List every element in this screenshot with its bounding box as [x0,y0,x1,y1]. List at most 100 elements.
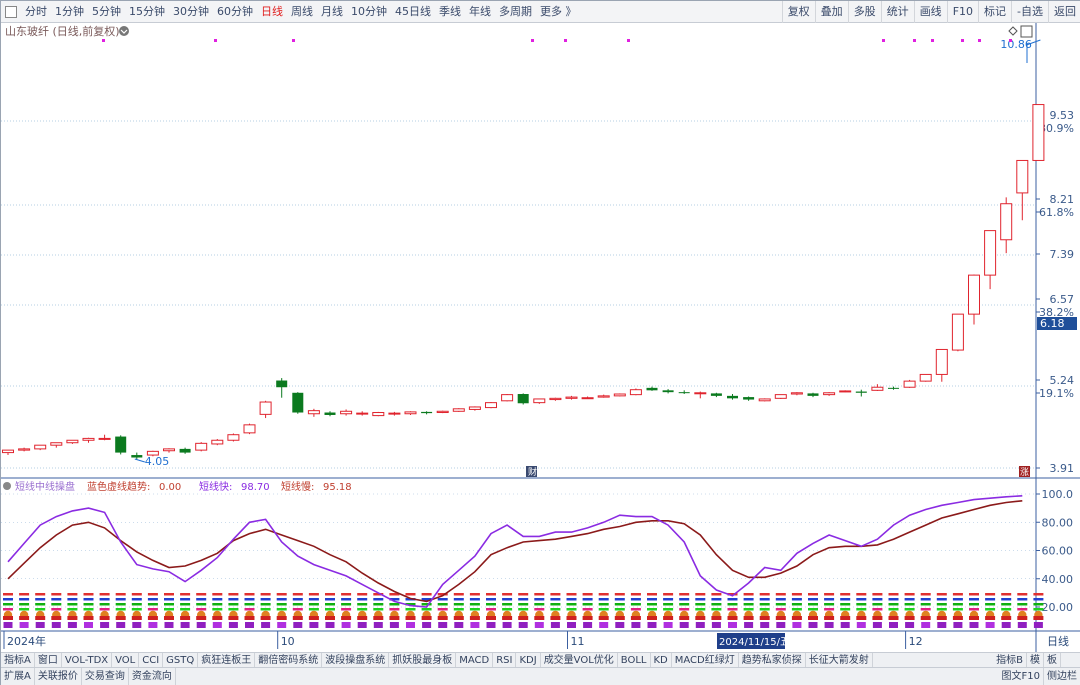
signal-block [84,622,93,628]
extension-tab[interactable]: 图文F10 [999,668,1044,685]
candle-body-up [388,412,401,415]
toolbar-action-button[interactable]: 叠加 [814,1,848,23]
signal-dash [582,598,593,601]
candle-body-down [855,391,867,393]
signal-dash [985,593,996,596]
signal-dash [856,608,867,611]
period-tab[interactable]: 10分钟 [347,1,391,23]
extension-tab[interactable]: 资金流向 [129,667,176,685]
signal-dash [566,603,577,606]
signal-dash [83,608,94,611]
indicator-tab[interactable]: CCI [139,652,164,668]
candle-body-down [646,387,658,391]
toolbar-action-button[interactable]: F10 [946,1,978,23]
signal-dash [1017,608,1028,611]
extension-tab[interactable]: 侧边栏 [1044,668,1080,685]
indicator-tab[interactable]: 翻倍密码系统 [255,652,323,668]
signal-block [148,622,158,628]
indicator-tab[interactable]: VOL [112,652,140,668]
indicator-tab[interactable]: 指标B [993,653,1027,668]
signal-dash [775,598,786,601]
signal-badge-base [405,616,416,620]
indicator-tab[interactable]: MACD [456,652,494,668]
signal-dash [904,598,915,601]
signal-dash [743,608,754,611]
extension-tab[interactable]: 扩展A [1,667,35,685]
toolbar-action-button[interactable]: 多股 [847,1,881,23]
toolbar-action-button[interactable]: 画线 [913,1,947,23]
signal-dash [582,593,593,596]
candle-body-up [935,348,948,375]
indicator-tab[interactable]: RSI [493,652,517,668]
indicator-tab[interactable]: 窗口 [35,652,62,668]
toolbar-action-button[interactable]: 返回 [1048,1,1080,23]
indicator-tab[interactable]: 指标A [1,652,35,668]
toolbar-action-button[interactable]: 复权 [781,1,815,23]
period-tab[interactable]: 更多 》 [536,1,581,23]
signal-dash [131,608,142,611]
panel-toggle-icon [1020,25,1033,38]
indicator-axis-label: 100.0 [1042,488,1074,501]
period-tab[interactable]: 分时 [21,1,51,23]
period-tab[interactable]: 季线 [435,1,465,23]
signal-dash [630,608,641,611]
indicator-tab[interactable]: MACD红绿灯 [672,652,739,668]
period-tab[interactable]: 多周期 [495,1,536,23]
signal-dash [292,598,303,601]
signal-dash [373,598,384,601]
toolbar-action-button[interactable]: 标记 [978,1,1011,23]
chart-area[interactable]: 山东玻纤 (日线,前复权)9.5380.9%8.2161.8%7.396.573… [1,23,1080,652]
period-tab[interactable]: 5分钟 [88,1,125,23]
signal-dash [1001,593,1012,596]
indicator-tab[interactable]: VOL-TDX [62,652,113,668]
candle-body-up [1000,203,1013,241]
period-tab[interactable]: 月线 [317,1,347,23]
indicator-tab[interactable]: KDJ [516,652,541,668]
signal-dash [502,603,513,606]
signal-badge-base [727,616,738,620]
window-toggle-icon[interactable] [5,5,17,18]
toolbar-action-button[interactable]: -自选 [1011,1,1048,23]
signal-block [438,622,448,628]
indicator-tab[interactable]: 成交量VOL优化 [541,652,618,668]
signal-dash [437,603,448,606]
period-tab[interactable]: 15分钟 [125,1,169,23]
period-tab[interactable]: 1分钟 [51,1,88,23]
indicator-axis-label: 20.00 [1042,601,1074,614]
indicator-tab[interactable]: 板 [1044,653,1061,668]
signal-dash [888,598,899,601]
period-tab[interactable]: 45日线 [391,1,435,23]
candle-body-up [549,397,562,401]
signal-dash [856,598,867,601]
period-tab[interactable]: 周线 [287,1,317,23]
signal-dash [212,593,223,596]
signal-badge-base [872,616,883,620]
period-tab[interactable]: 30分钟 [169,1,213,23]
signal-dash [228,593,239,596]
candle-body-up [501,394,514,402]
period-tab[interactable]: 年线 [465,1,495,23]
toolbar-action-button[interactable]: 统计 [880,1,914,23]
indicator-tab[interactable]: GSTQ [163,652,199,668]
candle-body-up [485,402,497,409]
candle-body-up [195,442,208,451]
indicator-tab[interactable]: 抓妖股最身板 [389,652,457,668]
signal-badge-base [936,616,947,620]
indicator-tab[interactable]: 趋势私家侦探 [739,652,806,668]
indicator-tab[interactable]: KD [651,652,672,668]
signal-dash [582,608,593,611]
indicator-tab[interactable]: 模 [1027,653,1044,668]
signal-dash [969,593,979,596]
indicator-tab[interactable]: 波段操盘系统 [322,652,390,668]
indicator-tab[interactable]: 疯狂连板王 [198,652,256,668]
indicator-legend-label: 蓝色虚线趋势: [87,480,150,493]
indicator-tab[interactable]: 长征大箭发射 [806,652,873,668]
signal-block [470,622,480,628]
signal-block [1001,622,1011,628]
extension-tab[interactable]: 交易查询 [82,667,129,685]
period-tab[interactable]: 60分钟 [213,1,257,23]
indicator-tab[interactable]: BOLL [618,652,651,668]
extension-tab[interactable]: 关联报价 [35,667,82,685]
period-tab[interactable]: 日线 [257,1,287,23]
signal-dash [51,603,62,606]
